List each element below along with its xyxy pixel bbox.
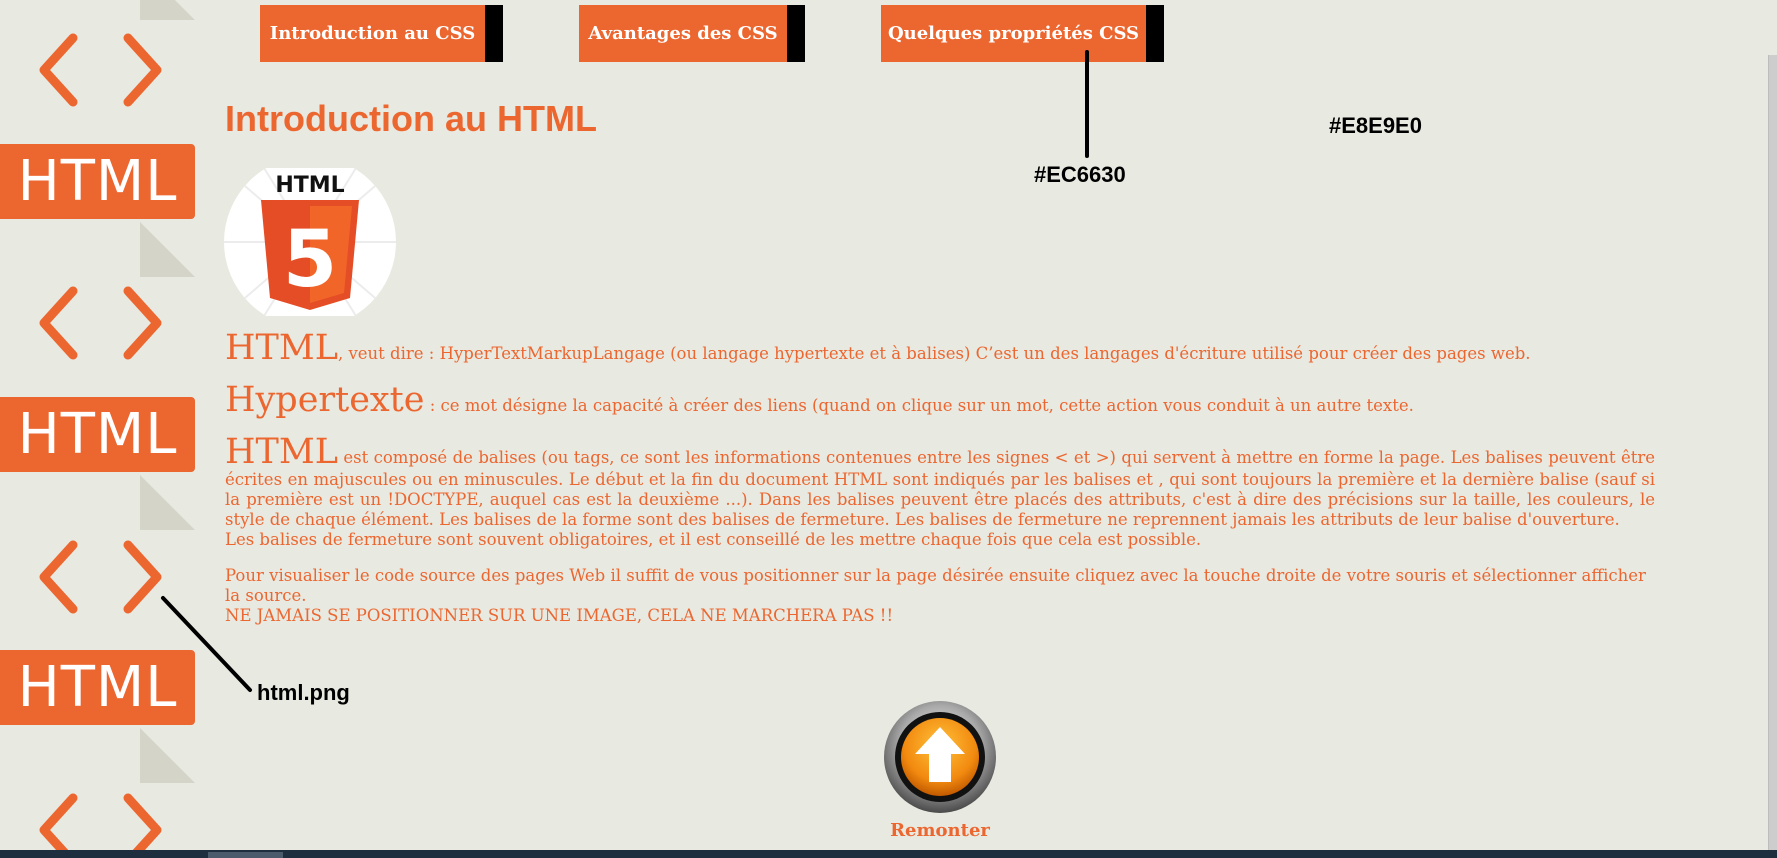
term-html: HTML bbox=[225, 432, 338, 472]
term-hypertexte: Hypertexte bbox=[225, 380, 425, 420]
annotation-sidebar-image: html.png bbox=[257, 680, 350, 705]
paragraph-source: Pour visualiser le code source des pages… bbox=[225, 566, 1655, 626]
annotation-nav-color: #EC6630 bbox=[1034, 162, 1126, 187]
html-banner: HTML bbox=[0, 650, 195, 725]
left-decorative-strip: HTML HTML HTML bbox=[0, 0, 195, 858]
paragraph-text: , veut dire : HyperTextMarkupLangage (ou… bbox=[337, 344, 1531, 363]
main-content: HTML, veut dire : HyperTextMarkupLangage… bbox=[225, 330, 1655, 642]
back-to-top-label[interactable]: Remonter bbox=[880, 820, 1000, 841]
paragraph-warning: NE JAMAIS SE POSITIONNER SUR UNE IMAGE, … bbox=[225, 606, 894, 625]
page-title: Introduction au HTML bbox=[225, 98, 597, 139]
paragraph-text: Pour visualiser le code source des pages… bbox=[225, 566, 1646, 605]
logo-text: HTML bbox=[275, 173, 344, 198]
logo-number: 5 bbox=[283, 215, 337, 305]
chevron-pair-icon bbox=[39, 33, 162, 107]
back-to-top-button[interactable]: Remonter bbox=[880, 700, 1000, 845]
paragraph-text: est composé de balises (ou tags, ce sont… bbox=[225, 448, 1655, 529]
page-fold-icon bbox=[140, 475, 195, 530]
page-fold-icon bbox=[140, 0, 195, 20]
chevron-pair-icon bbox=[39, 793, 162, 858]
chevron-pair-icon bbox=[39, 540, 162, 614]
chevron-pair-icon bbox=[39, 286, 162, 360]
paragraph-text: : ce mot désigne la capacité à créer des… bbox=[424, 396, 1414, 415]
paragraph-text: Les balises de fermeture sont souvent ob… bbox=[225, 530, 1202, 549]
paragraph-balises: HTML est composé de balises (ou tags, ce… bbox=[225, 434, 1655, 550]
scrollbar-thumb[interactable] bbox=[1768, 55, 1777, 850]
nav-proprietes-css[interactable]: Quelques propriétés CSS bbox=[881, 5, 1164, 62]
annotation-background-color: #E8E9E0 bbox=[1329, 113, 1422, 138]
term-html: HTML bbox=[225, 328, 338, 368]
html-banner: HTML bbox=[0, 144, 195, 219]
paragraph-hypertexte: Hypertexte : ce mot désigne la capacité … bbox=[225, 382, 1655, 418]
paragraph-html-definition: HTML, veut dire : HyperTextMarkupLangage… bbox=[225, 330, 1655, 366]
nav-introduction-css[interactable]: Introduction au CSS bbox=[260, 5, 503, 62]
page-fold-icon bbox=[140, 222, 195, 277]
taskbar bbox=[0, 850, 1777, 858]
taskbar-item[interactable] bbox=[208, 852, 283, 858]
html-banner: HTML bbox=[0, 397, 195, 472]
html5-logo: HTML 5 bbox=[224, 168, 396, 316]
page-fold-icon bbox=[140, 728, 195, 783]
scrollbar-track[interactable] bbox=[1767, 0, 1777, 850]
arrow-up-icon[interactable] bbox=[883, 700, 997, 814]
nav-avantages-css[interactable]: Avantages des CSS bbox=[579, 5, 805, 62]
